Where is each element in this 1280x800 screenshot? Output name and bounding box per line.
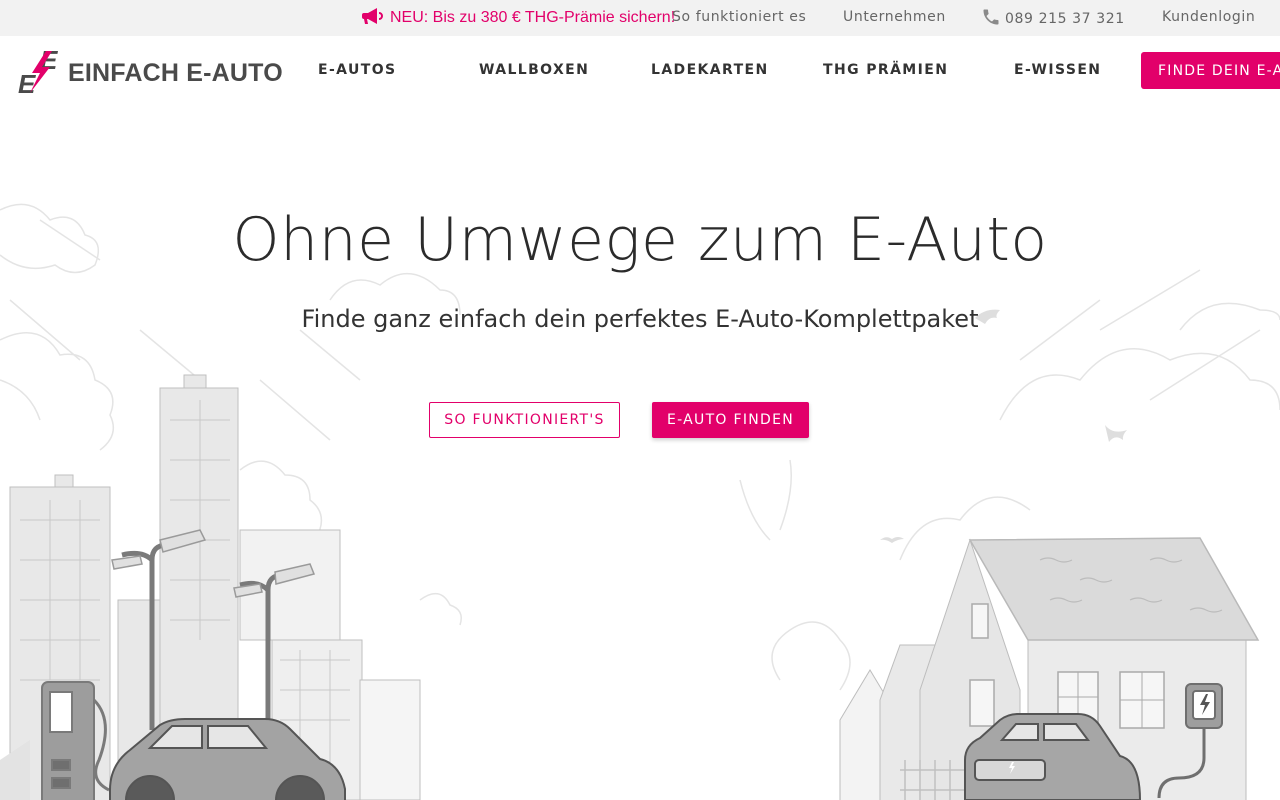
phone-icon — [981, 7, 1001, 31]
thg-promo-link[interactable]: NEU: Bis zu 380 € THG-Prämie sichern! — [362, 7, 675, 29]
promo-text: NEU: Bis zu 380 € THG-Prämie sichern! — [390, 9, 676, 26]
nav-item-wallboxen[interactable]: WALLBOXEN — [479, 62, 589, 78]
megaphone-icon — [362, 6, 384, 31]
nav-item-thg-praemien[interactable]: THG PRÄMIEN — [823, 62, 948, 78]
nav-item-e-wissen[interactable]: E-WISSEN — [1014, 62, 1101, 78]
hero-subtitle: Finde ganz einfach dein perfektes E-Auto… — [301, 305, 979, 333]
lightning-e-logo: E E — [18, 45, 64, 99]
top-utility-bar: NEU: Bis zu 380 € THG-Prämie sichern! So… — [0, 0, 1280, 36]
find-ev-button[interactable]: E-AUTO FINDEN — [652, 402, 809, 438]
nav-item-ladekarten[interactable]: LADEKARTEN — [651, 62, 769, 78]
hero-title: Ohne Umwege zum E-Auto — [232, 205, 1048, 275]
company-link[interactable]: Unternehmen — [843, 9, 946, 25]
how-it-works-link[interactable]: So funktioniert es — [672, 9, 806, 25]
phone-number: 089 215 37 321 — [1005, 11, 1125, 27]
customer-login-link[interactable]: Kundenlogin — [1162, 9, 1255, 25]
logo-text: EINFACH E-AUTO — [68, 58, 283, 87]
nav-item-e-autos[interactable]: E-AUTOS — [318, 62, 396, 78]
phone-link[interactable]: 089 215 37 321 — [981, 7, 1125, 31]
how-it-works-button[interactable]: SO FUNKTIONIERT'S — [429, 402, 620, 438]
logo-home-link[interactable]: E E EINFACH E-AUTO — [18, 45, 283, 99]
main-navigation: E E EINFACH E-AUTO E-AUTOS WALLBOXEN LAD… — [0, 36, 1280, 108]
find-your-ev-nav-button[interactable]: FINDE DEIN E-AUTO — [1141, 52, 1280, 89]
